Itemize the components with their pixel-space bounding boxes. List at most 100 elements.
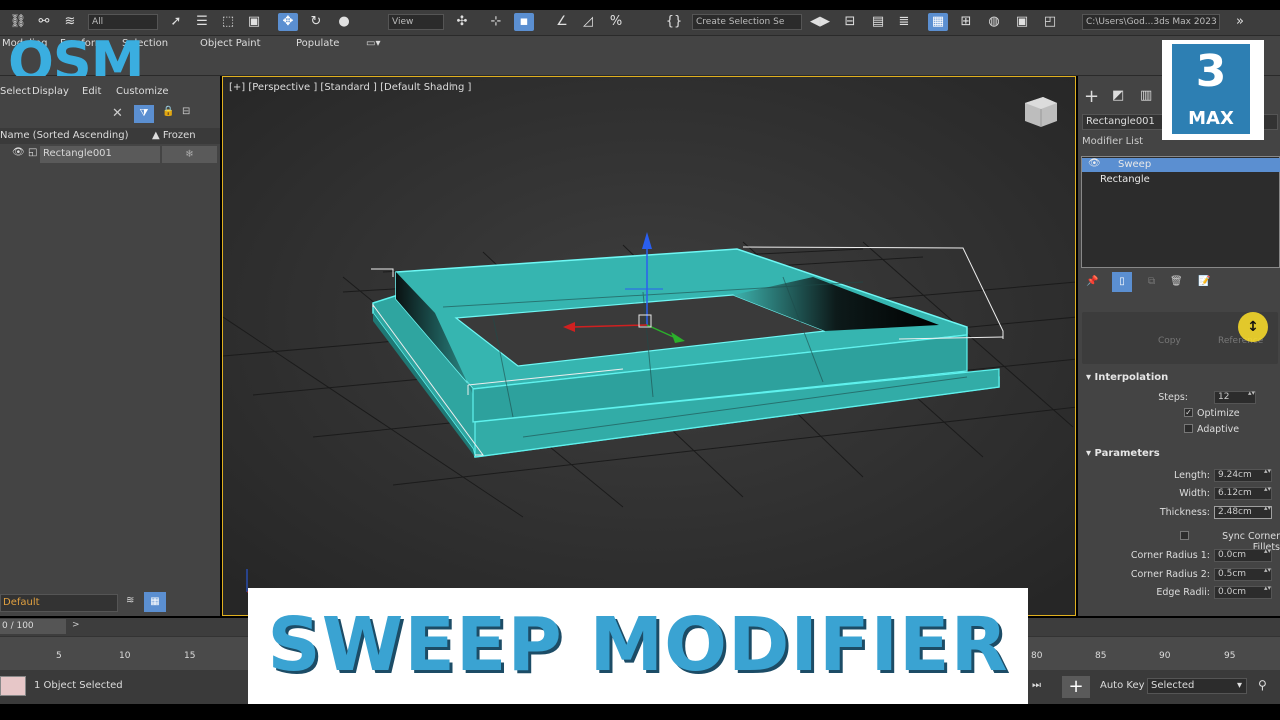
named-selection-dropdown[interactable]: Create Selection Se — [692, 14, 802, 30]
viewport-label[interactable]: [+] [Perspective ] [Standard ] [Default … — [229, 82, 471, 93]
remove-modifier-icon[interactable]: 🗑 — [1170, 276, 1183, 287]
menu-edit[interactable]: Edit — [82, 86, 101, 97]
link-icon[interactable]: ⛓ — [8, 13, 28, 31]
make-unique-icon[interactable]: ⧉ — [1148, 276, 1155, 287]
lock-icon[interactable]: 🔒 — [162, 106, 174, 117]
hierarchy-tab-icon[interactable]: ▥ — [1140, 88, 1152, 103]
column-name[interactable]: Name (Sorted Ascending) — [0, 130, 129, 141]
scene-explorer-toggle-icon[interactable]: ▦ — [144, 592, 166, 612]
next-frame-icon[interactable]: > — [72, 620, 80, 630]
menu-customize[interactable]: Customize — [116, 86, 169, 97]
curve-editor-icon[interactable]: ▦ — [928, 13, 948, 31]
close-icon[interactable]: ✕ — [112, 106, 123, 121]
material-editor-icon[interactable]: ◍ — [984, 13, 1004, 31]
length-spinner[interactable]: 9.24cm — [1214, 468, 1272, 482]
viewport-filter-icon[interactable]: ⏷ — [449, 81, 457, 92]
angle-snap-icon[interactable]: ∠ — [552, 13, 572, 31]
column-frozen[interactable]: ▲ Frozen — [152, 130, 196, 141]
pin-stack-icon[interactable]: 📌 — [1086, 276, 1098, 287]
search-icon[interactable]: ⚲ — [1258, 678, 1267, 692]
project-folder-field[interactable]: C:\Users\God...3ds Max 2023 — [1082, 14, 1220, 30]
overflow-chevron-icon[interactable]: » — [1230, 13, 1250, 31]
steps-label: Steps: — [1158, 392, 1188, 403]
percent-snap-icon[interactable]: % — [606, 13, 626, 31]
scene-explorer-icon[interactable]: ▤ — [868, 13, 888, 31]
configure-modifier-sets-icon[interactable]: 📝 — [1198, 276, 1210, 287]
selection-filter-dropdown[interactable]: All — [88, 14, 158, 30]
eye-icon[interactable]: 👁 — [1088, 158, 1101, 169]
unlink-icon[interactable]: ⚯ — [34, 13, 54, 31]
add-key-icon[interactable]: + — [1062, 676, 1090, 698]
filter-icon[interactable]: ⧩ — [134, 105, 154, 123]
adaptive-checkbox[interactable] — [1184, 424, 1193, 433]
parameters-rollout-title[interactable]: ▾ Parameters — [1086, 448, 1160, 459]
hierarchy-icon[interactable]: ⊟ — [182, 106, 190, 117]
edit-named-sets-icon[interactable]: {} — [664, 13, 684, 31]
row-name-cell[interactable]: Rectangle001 — [40, 146, 160, 163]
interpolation-rollout-title[interactable]: ▾ Interpolation — [1086, 372, 1168, 383]
modifier-list-dropdown[interactable]: Modifier List — [1082, 136, 1143, 147]
tab-object-paint[interactable]: Object Paint — [200, 38, 261, 49]
schematic-view-icon[interactable]: ⊞ — [956, 13, 976, 31]
stack-item-rectangle[interactable]: Rectangle — [1100, 174, 1150, 185]
tab-populate[interactable]: Populate — [296, 38, 339, 49]
move-icon[interactable]: ✥ — [278, 13, 298, 31]
menu-select[interactable]: Select — [0, 86, 31, 97]
modify-tab-icon[interactable]: ◩ — [1112, 88, 1124, 103]
steps-spinner[interactable]: 12 — [1214, 390, 1256, 404]
sync-corner-fillets-checkbox[interactable] — [1180, 531, 1189, 540]
3ds-max-logo: 3 MAX — [1162, 40, 1264, 140]
copy-option[interactable]: Copy — [1158, 336, 1181, 346]
auto-key-button[interactable]: Auto Key — [1100, 680, 1145, 691]
tick-label: 15 — [184, 651, 196, 661]
render-setup-icon[interactable]: ▣ — [1012, 13, 1032, 31]
cursor-resize-icon: ↕ — [1238, 312, 1268, 342]
snap-icon[interactable]: ▪ — [514, 13, 534, 31]
pivot-icon[interactable]: ✣ — [452, 13, 472, 31]
align-icon[interactable]: ⊟ — [840, 13, 860, 31]
table-row[interactable]: 👁 ◱ Rectangle001 ❄ — [0, 146, 220, 163]
banner-title: SWEEP MODIFIER — [267, 602, 1009, 688]
freeze-icon[interactable]: ❄ — [162, 146, 217, 163]
optimize-checkbox[interactable]: ✓ — [1184, 408, 1193, 417]
reference-coordinate-dropdown[interactable]: View — [388, 14, 444, 30]
window-crossing-icon[interactable]: ▣ — [244, 13, 264, 31]
layers-icon[interactable]: ≋ — [126, 595, 134, 606]
perspective-viewport[interactable]: [+] [Perspective ] [Standard ] [Default … — [222, 76, 1076, 616]
width-spinner[interactable]: 6.12cm — [1214, 486, 1272, 500]
menu-display[interactable]: Display — [32, 86, 69, 97]
corner-radius-2-spinner[interactable]: 0.5cm — [1214, 567, 1272, 581]
corner-radius-2-label: Corner Radius 2: — [1130, 569, 1210, 580]
select-by-name-icon[interactable]: ☰ — [192, 13, 212, 31]
spinner-snap-icon[interactable]: ◿ — [578, 13, 598, 31]
ribbon-options-icon[interactable]: ▭▾ — [366, 38, 380, 49]
tick-label: 80 — [1031, 651, 1043, 661]
scale-icon[interactable]: ● — [334, 13, 354, 31]
corner-radius-1-spinner[interactable]: 0.0cm — [1214, 548, 1272, 562]
layer-explorer-icon[interactable]: ≣ — [894, 13, 914, 31]
stack-item-sweep[interactable]: Sweep — [1118, 159, 1151, 170]
stack-toolbar: 📌 ▯ ⧉ 🗑 📝 — [1078, 272, 1280, 294]
layer-dropdown[interactable]: Default — [0, 594, 118, 612]
window-bottom-edge — [0, 704, 1280, 720]
render-frame-icon[interactable]: ◰ — [1040, 13, 1060, 31]
mirror-icon[interactable]: ⊹ — [486, 13, 506, 31]
edge-radii-spinner[interactable]: 0.0cm — [1214, 585, 1272, 599]
rect-select-icon[interactable]: ⬚ — [218, 13, 238, 31]
maxscript-listener-swatch[interactable] — [0, 676, 26, 696]
time-slider-thumb[interactable]: 0 / 100 — [0, 619, 66, 634]
show-end-result-icon[interactable]: ▯ — [1112, 272, 1132, 292]
thickness-label: Thickness: — [1159, 507, 1210, 518]
select-icon[interactable]: ➚ — [166, 13, 186, 31]
layers-icon[interactable]: ≋ — [60, 13, 80, 31]
key-filter-dropdown[interactable]: Selected ▾ — [1147, 678, 1247, 694]
thickness-spinner[interactable]: 2.48cm — [1214, 505, 1272, 519]
rotate-icon[interactable]: ↻ — [306, 13, 326, 31]
mirror-tool-icon[interactable]: ◀▶ — [810, 13, 830, 31]
create-tab-icon[interactable]: + — [1084, 86, 1099, 107]
go-to-end-icon[interactable]: ⏭ — [1032, 680, 1041, 691]
eye-icon[interactable]: 👁 — [12, 147, 25, 158]
viewcube-icon[interactable] — [1025, 97, 1057, 127]
main-toolbar: ⛓ ⚯ ≋ All ➚ ☰ ⬚ ▣ ✥ ↻ ● View ✣ ⊹ ▪ ∠ ◿ %… — [0, 10, 1280, 36]
modifier-stack: 👁 Sweep Rectangle — [1081, 156, 1280, 268]
